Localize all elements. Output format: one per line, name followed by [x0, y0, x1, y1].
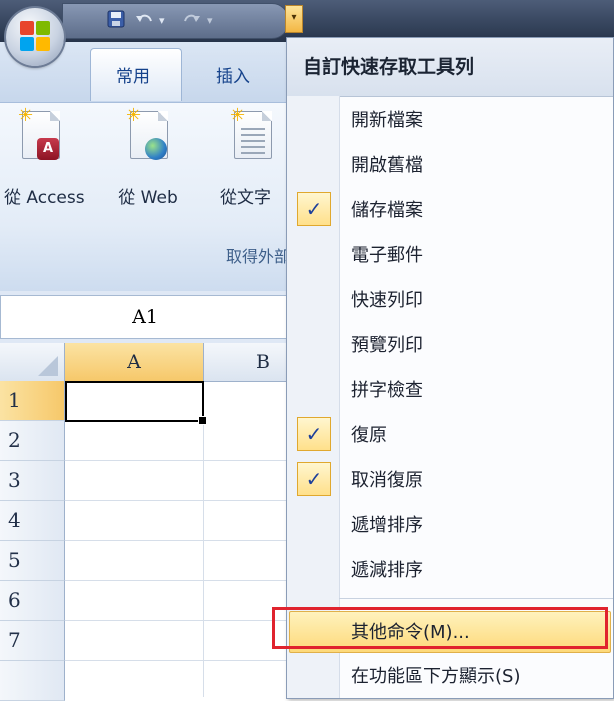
row-header-8[interactable]: [0, 661, 65, 701]
from-access-button[interactable]: A ✳ 從 Access: [4, 105, 85, 209]
spark-icon: ✳: [126, 105, 142, 126]
tab-insert[interactable]: 插入: [216, 62, 250, 87]
undo-dropdown-icon[interactable]: ▾: [159, 10, 165, 32]
menu-item-open[interactable]: 開啟舊檔: [287, 141, 613, 187]
checkmark-icon: ✓: [297, 462, 331, 496]
tab-home[interactable]: 常用: [116, 62, 150, 87]
checkmark-icon: ✓: [297, 192, 331, 226]
row-header-4[interactable]: 4: [0, 501, 65, 541]
redo-dropdown-icon[interactable]: ▾: [207, 10, 213, 32]
menu-header: 自訂快速存取工具列: [287, 38, 613, 97]
select-all-corner[interactable]: [0, 343, 65, 382]
from-web-button[interactable]: ✳ 從 Web: [112, 105, 184, 209]
office-button[interactable]: [6, 8, 64, 66]
save-icon[interactable]: [107, 10, 125, 32]
menu-item-show-below-ribbon[interactable]: 在功能區下方顯示(S): [287, 652, 613, 698]
grid-line: [203, 381, 204, 697]
menu-item-print-preview[interactable]: 預覽列印: [287, 321, 613, 367]
quick-access-toolbar: ▾ ▾: [62, 3, 289, 39]
spark-icon: ✳: [230, 105, 246, 126]
group-label-get-external-data: 取得外部: [225, 247, 290, 266]
customize-qat-menu: 自訂快速存取工具列 開新檔案 開啟舊檔 ✓ 儲存檔案 電子郵件 快速列印 預覽列…: [286, 37, 614, 699]
menu-title: 自訂快速存取工具列: [303, 56, 475, 78]
menu-item-spelling[interactable]: 拼字檢查: [287, 366, 613, 412]
from-text-button[interactable]: ✳ 從文字: [216, 105, 288, 208]
name-box-value: A1: [132, 306, 158, 328]
row-header-2[interactable]: 2: [0, 421, 65, 461]
menu-item-quick-print[interactable]: 快速列印: [287, 276, 613, 322]
menu-item-email[interactable]: 電子郵件: [287, 231, 613, 277]
undo-icon[interactable]: [133, 10, 155, 32]
selected-cell-a1[interactable]: [65, 381, 207, 425]
menu-item-sort-descending[interactable]: 遞減排序: [287, 546, 613, 592]
redo-icon[interactable]: [181, 10, 203, 32]
office-logo-icon: [20, 21, 50, 51]
menu-item-save[interactable]: ✓ 儲存檔案: [287, 186, 613, 232]
checkmark-icon: ✓: [297, 417, 331, 451]
menu-item-new[interactable]: 開新檔案: [287, 96, 613, 142]
customize-qat-dropdown-button[interactable]: ▾: [285, 5, 303, 33]
name-box[interactable]: A1: [0, 295, 290, 339]
row-header-5[interactable]: 5: [0, 541, 65, 581]
annotation-highlight-box: [272, 607, 608, 649]
menu-item-sort-ascending[interactable]: 遞增排序: [287, 501, 613, 547]
row-header-6[interactable]: 6: [0, 581, 65, 621]
title-bar: ▾ ▾ ▾: [0, 0, 614, 42]
row-header-1[interactable]: 1: [0, 381, 65, 421]
column-header-a[interactable]: A: [65, 343, 204, 383]
menu-item-undo[interactable]: ✓ 復原: [287, 411, 613, 457]
fill-handle[interactable]: [198, 416, 207, 425]
chevron-down-icon: ▾: [291, 12, 297, 23]
menu-separator: [339, 598, 613, 599]
row-header-3[interactable]: 3: [0, 461, 65, 501]
spark-icon: ✳: [18, 105, 34, 126]
menu-item-redo[interactable]: ✓ 取消復原: [287, 456, 613, 502]
row-header-7[interactable]: 7: [0, 621, 65, 661]
